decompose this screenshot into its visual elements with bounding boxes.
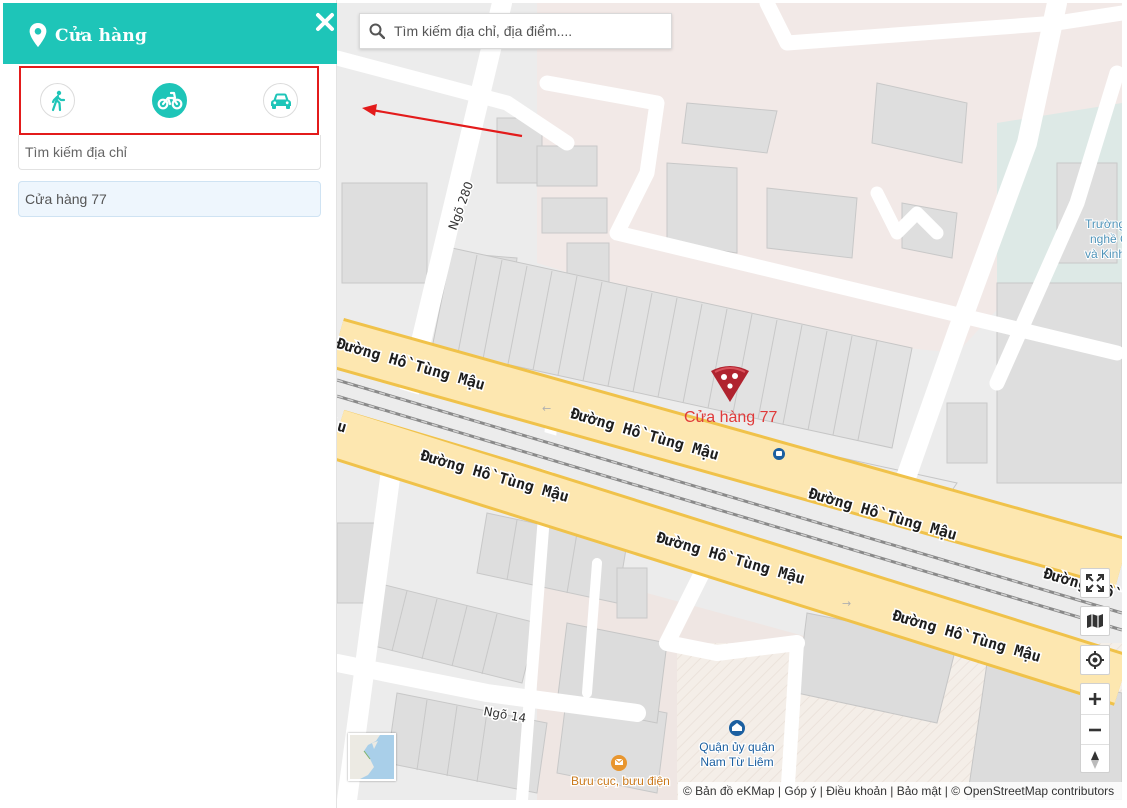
address-search-input[interactable]	[18, 135, 321, 170]
motorbike-icon	[157, 91, 182, 109]
zoom-in-button[interactable]	[1081, 684, 1109, 714]
minimap-thumbnail[interactable]	[348, 733, 396, 781]
close-icon[interactable]	[315, 12, 335, 32]
zoom-controls	[1080, 683, 1110, 773]
svg-text:←: ←	[542, 402, 551, 415]
store-marker-label: Cửa hàng 77	[684, 409, 778, 426]
travel-mode-selector	[19, 66, 319, 135]
fullscreen-icon	[1086, 574, 1104, 592]
attribution-privacy-link[interactable]: Bảo mật	[897, 784, 942, 798]
poi-school-label: Trường	[1085, 217, 1122, 231]
plus-icon	[1089, 693, 1101, 705]
locate-button[interactable]	[1080, 645, 1110, 675]
map-search-bar	[359, 13, 672, 49]
poi-party-committee-label: Nam Từ Liêm	[700, 755, 773, 769]
sidebar: Cửa hàng Tìm kiếm địa chỉ Cửa hàng 77	[0, 0, 337, 808]
locate-icon	[1086, 651, 1104, 669]
zoom-out-button[interactable]	[1081, 714, 1109, 744]
map-search-input[interactable]	[394, 14, 666, 48]
search-icon	[369, 23, 385, 39]
map-view[interactable]: ← → Đường Hồ Tùng Mậu Đường Hồ Tùng Mậu …	[337, 3, 1122, 800]
map-layers-button[interactable]	[1080, 606, 1110, 636]
poi-post-office-label: Bưu cục, bưu điện	[571, 774, 670, 788]
car-icon	[270, 93, 291, 109]
attribution-osm-link[interactable]: © OpenStreetMap contributors	[951, 784, 1114, 798]
minus-icon	[1089, 728, 1101, 731]
store-list-item[interactable]: Cửa hàng 77	[18, 181, 321, 217]
fullscreen-button[interactable]	[1080, 568, 1110, 598]
panel-header: Cửa hàng	[3, 3, 337, 64]
poi-school-label: nghề C	[1090, 232, 1122, 246]
map-pin-icon	[29, 23, 47, 47]
motorbike-mode-button[interactable]	[152, 83, 187, 118]
panel-title: Cửa hàng	[55, 26, 148, 46]
svg-text:→: →	[842, 597, 851, 610]
attribution-terms-link[interactable]: Điều khoản	[826, 784, 887, 798]
compass-north-icon	[1091, 750, 1099, 769]
map-attribution: © Bản đồ eKMap | Góp ý | Điều khoản | Bả…	[678, 782, 1122, 800]
poi-party-committee-label: Quận ủy quận	[699, 740, 774, 754]
reset-north-button[interactable]	[1081, 744, 1109, 774]
minimap-image	[350, 735, 394, 779]
app: Cửa hàng Tìm kiếm địa chỉ Cửa hàng 77 ← …	[0, 0, 1127, 808]
walk-mode-button[interactable]	[40, 83, 75, 118]
walk-icon	[51, 90, 65, 111]
attribution-ekmap[interactable]: © Bản đồ eKMap	[683, 784, 775, 798]
poi-school-label: và Kinh	[1085, 247, 1122, 261]
map-layers-icon	[1087, 614, 1103, 628]
car-mode-button[interactable]	[263, 83, 298, 118]
attribution-feedback-link[interactable]: Góp ý	[784, 784, 816, 798]
pizza-store-marker-icon[interactable]	[709, 363, 751, 403]
